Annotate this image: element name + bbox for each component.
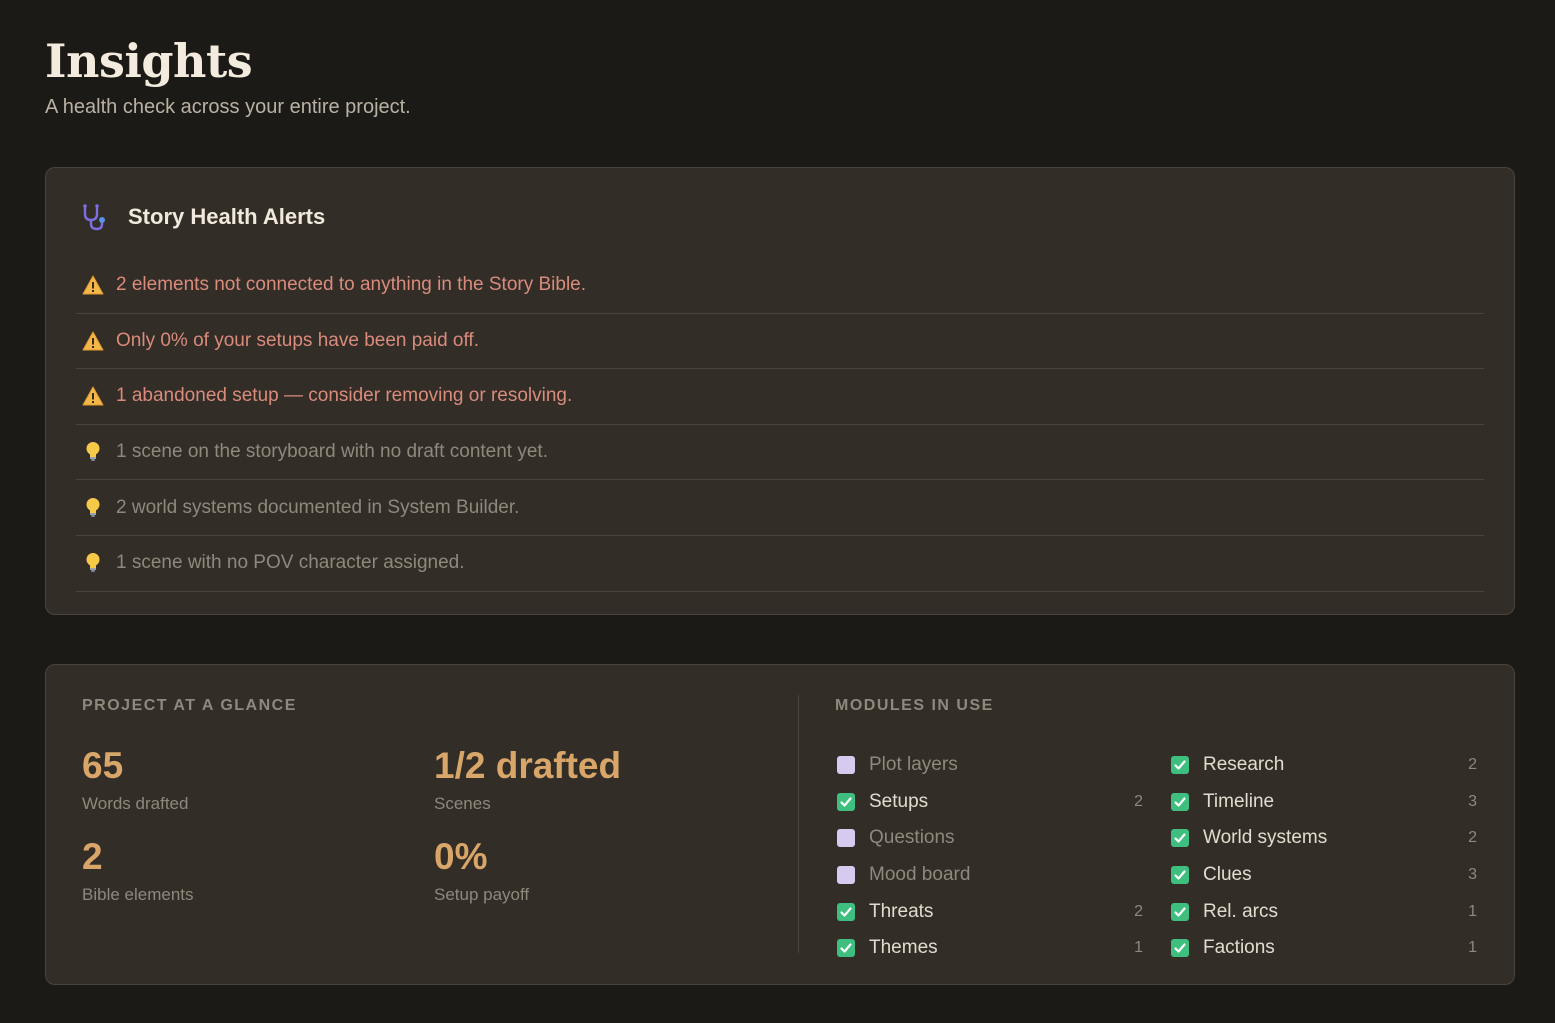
checkbox-checked-icon[interactable] bbox=[837, 792, 855, 811]
alert-text: 1 abandoned setup — consider removing or… bbox=[116, 385, 573, 407]
alerts-list: 2 elements not connected to anything in … bbox=[76, 258, 1484, 592]
module-count: 2 bbox=[1468, 829, 1477, 847]
warning-icon bbox=[80, 328, 106, 354]
modules-section-label: MODULES IN USE bbox=[835, 697, 994, 714]
project-glance-card: PROJECT AT A GLANCE 65 Words drafted 1/2… bbox=[45, 664, 1515, 985]
module-name: Setups bbox=[869, 790, 929, 812]
alert-item: Only 0% of your setups have been paid of… bbox=[76, 314, 1484, 370]
modules-column-right: Research 2 Timeline 3 World systems 2 Clues 3 Re… bbox=[1171, 747, 1481, 967]
module-count: 1 bbox=[1134, 939, 1143, 957]
stat-setup-payoff: 0% Setup payoff bbox=[434, 838, 529, 905]
alert-item: 1 abandoned setup — consider removing or… bbox=[76, 369, 1484, 425]
alert-item: 2 elements not connected to anything in … bbox=[76, 258, 1484, 314]
alert-text: 2 elements not connected to anything in … bbox=[116, 274, 587, 296]
checkbox-checked-icon[interactable] bbox=[1171, 866, 1189, 885]
stethoscope-icon bbox=[83, 204, 105, 231]
module-name: Rel. arcs bbox=[1203, 900, 1278, 922]
stat-value: 2 bbox=[82, 836, 103, 877]
module-item[interactable]: Questions bbox=[837, 820, 1147, 857]
module-name: Themes bbox=[869, 937, 938, 959]
insights-page: Insights A health check across your enti… bbox=[0, 0, 1555, 1023]
module-name: Plot layers bbox=[869, 754, 958, 776]
alert-text: 2 world systems documented in System Bui… bbox=[116, 496, 520, 518]
module-count: 2 bbox=[1134, 902, 1143, 920]
lightbulb-icon bbox=[80, 439, 106, 465]
module-name: Mood board bbox=[869, 864, 971, 886]
section-divider bbox=[798, 695, 799, 953]
module-item[interactable]: Factions 1 bbox=[1171, 930, 1481, 967]
stat-value: 0% bbox=[434, 836, 488, 877]
alert-item: 1 scene on the storyboard with no draft … bbox=[76, 425, 1484, 481]
checkbox-unchecked-icon[interactable] bbox=[837, 756, 855, 775]
alert-text: 1 scene with no POV character assigned. bbox=[116, 552, 465, 574]
checkbox-unchecked-icon[interactable] bbox=[837, 866, 855, 885]
module-count: 3 bbox=[1468, 866, 1477, 884]
warning-icon bbox=[80, 383, 106, 409]
module-name: Questions bbox=[869, 827, 955, 849]
module-item[interactable]: Setups 2 bbox=[837, 784, 1147, 821]
module-name: Factions bbox=[1203, 937, 1275, 959]
lightbulb-icon bbox=[80, 495, 106, 521]
module-count: 2 bbox=[1134, 792, 1143, 810]
modules-in-use: MODULES IN USE Plot layers Setups 2 Questio… bbox=[835, 697, 1481, 958]
module-item[interactable]: Themes 1 bbox=[837, 930, 1147, 967]
page-title: Insights bbox=[45, 34, 253, 88]
stat-label: Scenes bbox=[434, 794, 491, 813]
stat-scenes: 1/2 drafted Scenes bbox=[434, 747, 621, 814]
module-item[interactable]: Mood board bbox=[837, 857, 1147, 894]
stat-label: Words drafted bbox=[82, 794, 189, 813]
module-item[interactable]: Plot layers bbox=[837, 747, 1147, 784]
alerts-title: Story Health Alerts bbox=[128, 204, 326, 229]
alert-text: 1 scene on the storyboard with no draft … bbox=[116, 441, 548, 463]
checkbox-unchecked-icon[interactable] bbox=[837, 829, 855, 848]
module-name: Research bbox=[1203, 754, 1285, 776]
module-name: Clues bbox=[1203, 864, 1252, 886]
alert-text: Only 0% of your setups have been paid of… bbox=[116, 329, 479, 351]
checkbox-checked-icon[interactable] bbox=[837, 939, 855, 958]
story-health-alerts-card: Story Health Alerts 2 elements not conne… bbox=[45, 167, 1515, 615]
module-count: 1 bbox=[1468, 939, 1477, 957]
alert-item: 2 world systems documented in System Bui… bbox=[76, 480, 1484, 536]
checkbox-checked-icon[interactable] bbox=[1171, 939, 1189, 958]
project-at-a-glance: PROJECT AT A GLANCE 65 Words drafted 1/2… bbox=[82, 697, 782, 904]
module-item[interactable]: Research 2 bbox=[1171, 747, 1481, 784]
module-count: 1 bbox=[1468, 902, 1477, 920]
stat-words-drafted: 65 Words drafted bbox=[82, 747, 188, 814]
glance-section-label: PROJECT AT A GLANCE bbox=[82, 697, 297, 714]
stat-value: 1/2 drafted bbox=[434, 745, 622, 786]
module-item[interactable]: Timeline 3 bbox=[1171, 784, 1481, 821]
module-item[interactable]: Rel. arcs 1 bbox=[1171, 893, 1481, 930]
checkbox-checked-icon[interactable] bbox=[1171, 829, 1189, 848]
checkbox-checked-icon[interactable] bbox=[837, 902, 855, 921]
checkbox-checked-icon[interactable] bbox=[1171, 792, 1189, 811]
modules-column-left: Plot layers Setups 2 Questions Mood board Thr… bbox=[837, 747, 1147, 967]
module-count: 2 bbox=[1468, 756, 1477, 774]
lightbulb-icon bbox=[80, 550, 106, 576]
module-item[interactable]: World systems 2 bbox=[1171, 820, 1481, 857]
stat-label: Bible elements bbox=[82, 885, 194, 904]
module-name: World systems bbox=[1203, 827, 1328, 849]
module-item[interactable]: Clues 3 bbox=[1171, 857, 1481, 894]
module-name: Timeline bbox=[1203, 790, 1275, 812]
checkbox-checked-icon[interactable] bbox=[1171, 756, 1189, 775]
warning-icon bbox=[80, 272, 106, 298]
alert-item: 1 scene with no POV character assigned. bbox=[76, 536, 1484, 592]
page-subtitle: A health check across your entire projec… bbox=[45, 96, 411, 118]
stat-value: 65 bbox=[82, 745, 124, 786]
stat-label: Setup payoff bbox=[434, 885, 530, 904]
checkbox-checked-icon[interactable] bbox=[1171, 902, 1189, 921]
stat-bible-elements: 2 Bible elements bbox=[82, 838, 194, 905]
alerts-header: Story Health Alerts bbox=[80, 202, 325, 232]
module-item[interactable]: Threats 2 bbox=[837, 893, 1147, 930]
module-count: 3 bbox=[1468, 792, 1477, 810]
module-name: Threats bbox=[869, 900, 934, 922]
